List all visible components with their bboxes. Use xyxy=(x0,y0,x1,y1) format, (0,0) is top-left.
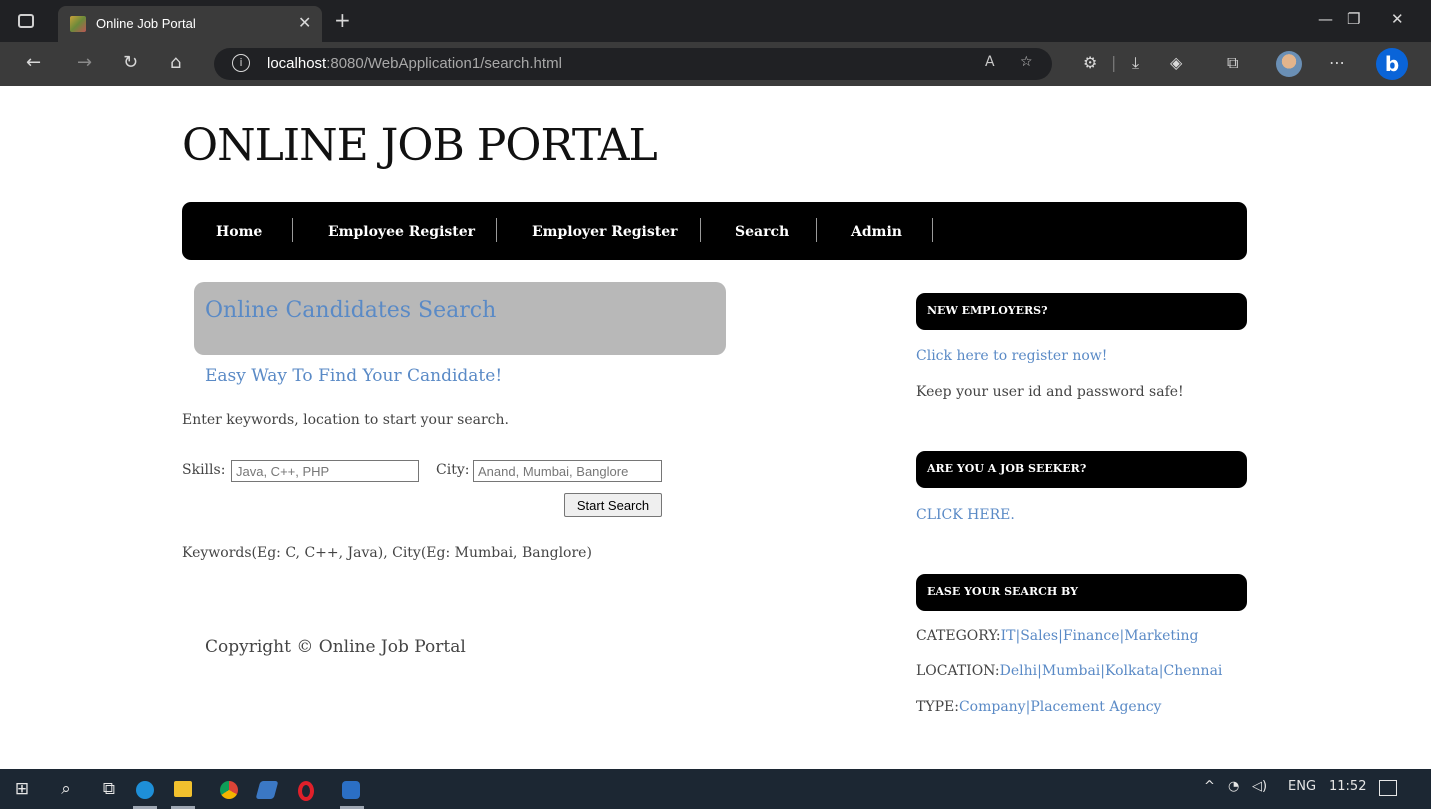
location-link-mumbai[interactable]: Mumbai xyxy=(1042,663,1100,679)
site-info-icon[interactable]: i xyxy=(232,54,250,72)
windows-taskbar: ⊞ ⌕ ⧉ ^ ◔ ◁) ENG 11:52 xyxy=(0,769,1431,809)
start-search-button[interactable]: Start Search xyxy=(564,493,662,517)
category-link-finance[interactable]: Finance xyxy=(1063,628,1120,644)
notifications-icon[interactable] xyxy=(1379,780,1397,796)
language-indicator[interactable]: ENG xyxy=(1288,779,1316,794)
location-link-chennai[interactable]: Chennai xyxy=(1164,663,1223,679)
search-heading-box: Online Candidates Search xyxy=(194,282,726,355)
menu-separator xyxy=(816,218,817,242)
downloads-icon[interactable]: ⤓ xyxy=(1132,53,1139,73)
browser-essentials-icon[interactable]: ◈ xyxy=(1170,53,1182,73)
type-link-placement-agency[interactable]: Placement Agency xyxy=(1030,699,1161,715)
search-icon[interactable]: ⌕ xyxy=(54,777,78,801)
search-subheading: Easy Way To Find Your Candidate! xyxy=(205,366,503,386)
bing-chat-icon[interactable]: b xyxy=(1376,48,1408,80)
job-seeker-line: CLICK HERE. xyxy=(916,507,1015,523)
read-aloud-icon[interactable]: A xyxy=(985,54,995,70)
close-window-icon[interactable]: ✕ xyxy=(1391,10,1404,28)
windows-start-icon[interactable]: ⊞ xyxy=(10,777,34,801)
file-explorer-icon[interactable] xyxy=(174,781,192,797)
tab-title: Online Job Portal xyxy=(96,16,196,31)
chrome-app-icon[interactable] xyxy=(220,781,238,799)
favorite-star-icon[interactable]: ☆ xyxy=(1020,54,1033,70)
network-icon[interactable]: ◔ xyxy=(1228,779,1239,794)
job-seeker-heading: ARE YOU A JOB SEEKER? xyxy=(927,462,1087,475)
skills-input[interactable] xyxy=(231,460,419,482)
browser-tab-strip: Online Job Portal ✕ + — ❐ ✕ xyxy=(0,0,1431,42)
location-label: LOCATION: xyxy=(916,663,1000,679)
location-line: LOCATION:Delhi|Mumbai|Kolkata|Chennai xyxy=(916,663,1222,679)
city-input[interactable] xyxy=(473,460,662,482)
category-label: CATEGORY: xyxy=(916,628,1001,644)
new-tab-icon[interactable]: + xyxy=(334,8,351,32)
home-icon[interactable]: ⌂ xyxy=(170,52,181,74)
category-line: CATEGORY:IT|Sales|Finance|Marketing xyxy=(916,628,1198,644)
show-hidden-icons-icon[interactable]: ^ xyxy=(1204,779,1215,794)
close-tab-icon[interactable]: ✕ xyxy=(298,13,311,32)
refresh-icon[interactable]: ↻ xyxy=(123,52,138,74)
search-hint: Keywords(Eg: C, C++, Java), City(Eg: Mum… xyxy=(182,545,592,561)
ease-search-heading-box: EASE YOUR SEARCH BY xyxy=(916,574,1247,611)
search-intro: Enter keywords, location to start your s… xyxy=(182,412,509,428)
back-icon[interactable]: ← xyxy=(26,52,41,74)
menu-employer-register[interactable]: Employer Register xyxy=(532,224,678,240)
category-link-sales[interactable]: Sales xyxy=(1020,628,1058,644)
url-text[interactable]: localhost:8080/WebApplication1/search.ht… xyxy=(267,55,562,72)
browser-toolbar: ← → ↻ ⌂ i localhost:8080/WebApplication1… xyxy=(0,42,1431,86)
task-view-icon[interactable]: ⧉ xyxy=(97,777,121,801)
forward-icon[interactable]: → xyxy=(77,52,92,74)
netbeans-app-icon[interactable] xyxy=(255,781,279,799)
register-now-link[interactable]: Click here to register now! xyxy=(916,348,1107,364)
minimize-icon[interactable]: — xyxy=(1318,10,1333,28)
location-link-kolkata[interactable]: Kolkata xyxy=(1105,663,1159,679)
menu-employee-register[interactable]: Employee Register xyxy=(328,224,475,240)
password-note: Keep your user id and password safe! xyxy=(916,384,1184,400)
menu-separator xyxy=(292,218,293,242)
category-link-marketing[interactable]: Marketing xyxy=(1124,628,1198,644)
register-now-line: Click here to register now! xyxy=(916,348,1107,364)
menu-admin[interactable]: Admin xyxy=(851,224,902,240)
tab-actions-icon[interactable] xyxy=(18,14,34,28)
type-link-company[interactable]: Company xyxy=(959,699,1026,715)
address-bar[interactable]: i localhost:8080/WebApplication1/search.… xyxy=(214,48,1052,80)
copyright-text: Copyright © Online Job Portal xyxy=(205,637,466,657)
menu-separator xyxy=(496,218,497,242)
new-employers-heading: NEW EMPLOYERS? xyxy=(927,304,1048,317)
toolbar-divider: | xyxy=(1111,53,1117,72)
virtualbox-app-icon[interactable] xyxy=(342,781,360,799)
extensions-icon[interactable]: ⚙ xyxy=(1083,53,1097,73)
menu-home[interactable]: Home xyxy=(216,224,262,240)
menu-separator xyxy=(932,218,933,242)
browser-tab[interactable]: Online Job Portal ✕ xyxy=(58,6,322,42)
job-seeker-link[interactable]: CLICK HERE. xyxy=(916,507,1015,523)
city-label: City: xyxy=(436,462,470,478)
type-line: TYPE:Company|Placement Agency xyxy=(916,699,1161,715)
restore-icon[interactable]: ❐ xyxy=(1347,10,1360,28)
type-label: TYPE: xyxy=(916,699,959,715)
volume-icon[interactable]: ◁) xyxy=(1252,779,1267,794)
more-menu-icon[interactable]: ⋯ xyxy=(1329,53,1345,73)
category-link-it[interactable]: IT xyxy=(1001,628,1016,644)
menu-separator xyxy=(700,218,701,242)
profile-avatar[interactable] xyxy=(1276,51,1302,77)
opera-app-icon[interactable] xyxy=(298,781,314,801)
edge-app-icon[interactable] xyxy=(136,781,154,799)
skills-label: Skills: xyxy=(182,462,226,478)
new-employers-heading-box: NEW EMPLOYERS? xyxy=(916,293,1247,330)
location-link-delhi[interactable]: Delhi xyxy=(1000,663,1037,679)
site-title: ONLINE JOB PORTAL xyxy=(182,120,658,171)
clock[interactable]: 11:52 xyxy=(1329,779,1366,794)
menu-search[interactable]: Search xyxy=(735,224,789,240)
collections-icon[interactable]: ⧉ xyxy=(1227,53,1238,73)
ease-search-heading: EASE YOUR SEARCH BY xyxy=(927,585,1079,598)
search-heading: Online Candidates Search xyxy=(205,298,497,323)
job-seeker-heading-box: ARE YOU A JOB SEEKER? xyxy=(916,451,1247,488)
main-menu: Home Employee Register Employer Register… xyxy=(182,202,1247,260)
site-favicon-icon xyxy=(70,16,86,32)
